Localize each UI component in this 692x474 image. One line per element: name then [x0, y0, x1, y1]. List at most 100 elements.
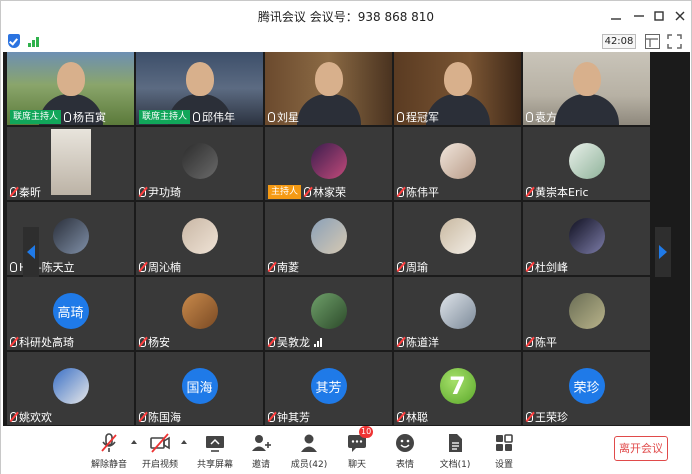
video-options-caret-icon[interactable]	[181, 440, 187, 444]
share-screen-icon	[204, 432, 226, 454]
participant-tile[interactable]: 黄崇本Eric	[523, 127, 650, 200]
view-layout-icon[interactable]	[645, 34, 660, 49]
members-button[interactable]: 成员(42)	[285, 430, 333, 472]
network-signal-icon[interactable]	[28, 35, 42, 47]
unmute-button[interactable]: 解除静音	[85, 430, 133, 472]
camera-off-icon	[149, 432, 171, 454]
participant-name-bar: 陈道洋	[397, 334, 439, 349]
avatar	[310, 293, 347, 329]
participant-tile[interactable]: 陈道洋	[394, 277, 521, 350]
avatar	[52, 218, 89, 254]
participant-name-bar: 秦昕	[10, 184, 41, 199]
participant-name-bar: 杨安	[139, 334, 170, 349]
participant-video	[51, 129, 91, 195]
host-badge: 联席主持人	[139, 109, 191, 124]
microphone-muted-icon	[268, 336, 275, 347]
microphone-icon	[526, 111, 533, 122]
participant-name-bar: HW-陈天立	[10, 259, 75, 274]
participant-name-bar: 联席主持人 邱伟年	[139, 109, 235, 124]
avatar	[181, 218, 218, 254]
microphone-muted-icon	[10, 336, 17, 347]
participant-tile[interactable]: 陈伟平	[394, 127, 521, 200]
participant-name-bar: 陈国海	[139, 409, 181, 424]
participant-name: 陈道洋	[406, 335, 439, 349]
microphone-muted-icon	[268, 411, 275, 422]
participant-tile[interactable]: 高琦 科研处高琦	[7, 277, 134, 350]
participant-tile[interactable]: 袁方	[523, 52, 650, 125]
avatar: 国海	[181, 368, 218, 404]
participant-tile[interactable]: 周瑜	[394, 202, 521, 275]
meeting-timer: 42:08	[602, 34, 636, 49]
participant-tile[interactable]: 联席主持人 杨百寅	[7, 52, 134, 125]
settings-button[interactable]: 设置	[480, 430, 528, 472]
participant-tile[interactable]: 杨安	[136, 277, 263, 350]
meeting-info-bar: 42:08	[1, 32, 691, 51]
avatar	[568, 218, 605, 254]
participant-tile[interactable]: 程冠军	[394, 52, 521, 125]
participant-name-bar: 王荣珍	[526, 409, 568, 424]
security-shield-icon[interactable]	[8, 34, 20, 48]
participant-name-bar: 陈伟平	[397, 184, 439, 199]
avatar	[181, 143, 218, 179]
chat-button[interactable]: 10 聊天	[333, 426, 381, 472]
participant-name: 邱伟年	[202, 110, 236, 124]
microphone-muted-icon	[10, 411, 17, 422]
avatar: 其芳	[310, 368, 347, 404]
participant-name-bar: 杜剑峰	[526, 259, 568, 274]
avatar: 荣珍	[568, 368, 605, 404]
participant-name-bar: 刘星	[268, 109, 299, 124]
participant-tile[interactable]: 秦昕	[7, 127, 134, 200]
audio-level-icon	[314, 337, 322, 347]
restore-icon[interactable]	[628, 6, 650, 26]
participant-tile[interactable]: 南菱	[265, 202, 392, 275]
invite-button[interactable]: 邀请	[237, 430, 285, 472]
document-icon	[444, 432, 466, 454]
microphone-muted-icon	[397, 261, 404, 272]
microphone-muted-icon	[526, 186, 533, 197]
participant-tile[interactable]: 7 林聪	[394, 352, 521, 425]
participant-tile[interactable]: 周沁楠	[136, 202, 263, 275]
participant-name: 南菱	[277, 260, 299, 274]
window-title: 腾讯会议 会议号：938 868 810	[257, 10, 435, 24]
participant-name: 秦昕	[19, 185, 41, 199]
chat-unread-badge: 10	[359, 426, 374, 438]
avatar	[568, 293, 605, 329]
participant-name: 袁方	[535, 110, 557, 124]
documents-button[interactable]: 文档(1)	[431, 430, 479, 472]
microphone-icon	[268, 111, 275, 122]
share-screen-button[interactable]: 共享屏幕	[191, 430, 239, 472]
participant-tile[interactable]: 其芳 钟其芳	[265, 352, 392, 425]
avatar	[568, 143, 605, 179]
participant-tile[interactable]: 主持人 林家荣	[265, 127, 392, 200]
participant-tile[interactable]: 联席主持人 邱伟年	[136, 52, 263, 125]
prev-page-arrow[interactable]	[23, 227, 39, 277]
participant-tile[interactable]: 尹功琦	[136, 127, 263, 200]
participant-tile[interactable]: 荣珍 王荣珍	[523, 352, 650, 425]
next-page-arrow[interactable]	[655, 227, 671, 277]
participant-tile[interactable]: 国海 陈国海	[136, 352, 263, 425]
participant-name: 姚欢欢	[19, 410, 52, 424]
avatar	[310, 143, 347, 179]
participant-tile[interactable]: 姚欢欢	[7, 352, 134, 425]
avatar	[310, 218, 347, 254]
participant-name: 杜剑峰	[535, 260, 568, 274]
fullscreen-icon[interactable]	[667, 34, 682, 49]
participant-tile[interactable]: 杜剑峰	[523, 202, 650, 275]
leave-meeting-button[interactable]: 离开会议	[614, 436, 668, 461]
participant-tile[interactable]: 吴敦龙	[265, 277, 392, 350]
participant-name: 林家荣	[313, 185, 347, 199]
participant-name: 林聪	[406, 410, 428, 424]
reactions-button[interactable]: 表情	[381, 430, 429, 472]
participant-name: 陈平	[535, 335, 557, 349]
maximize-icon[interactable]	[648, 6, 670, 26]
participant-tile[interactable]: 陈平	[523, 277, 650, 350]
participant-name: 周瑜	[406, 260, 428, 274]
participant-name: 吴敦龙	[277, 335, 310, 349]
participant-name: 周沁楠	[148, 260, 181, 274]
participant-tile[interactable]: 刘星	[265, 52, 392, 125]
close-icon[interactable]	[669, 6, 691, 26]
start-video-button[interactable]: 开启视频	[136, 430, 184, 472]
minimize-icon[interactable]	[605, 6, 627, 26]
microphone-muted-icon	[139, 186, 146, 197]
microphone-muted-icon	[526, 411, 533, 422]
